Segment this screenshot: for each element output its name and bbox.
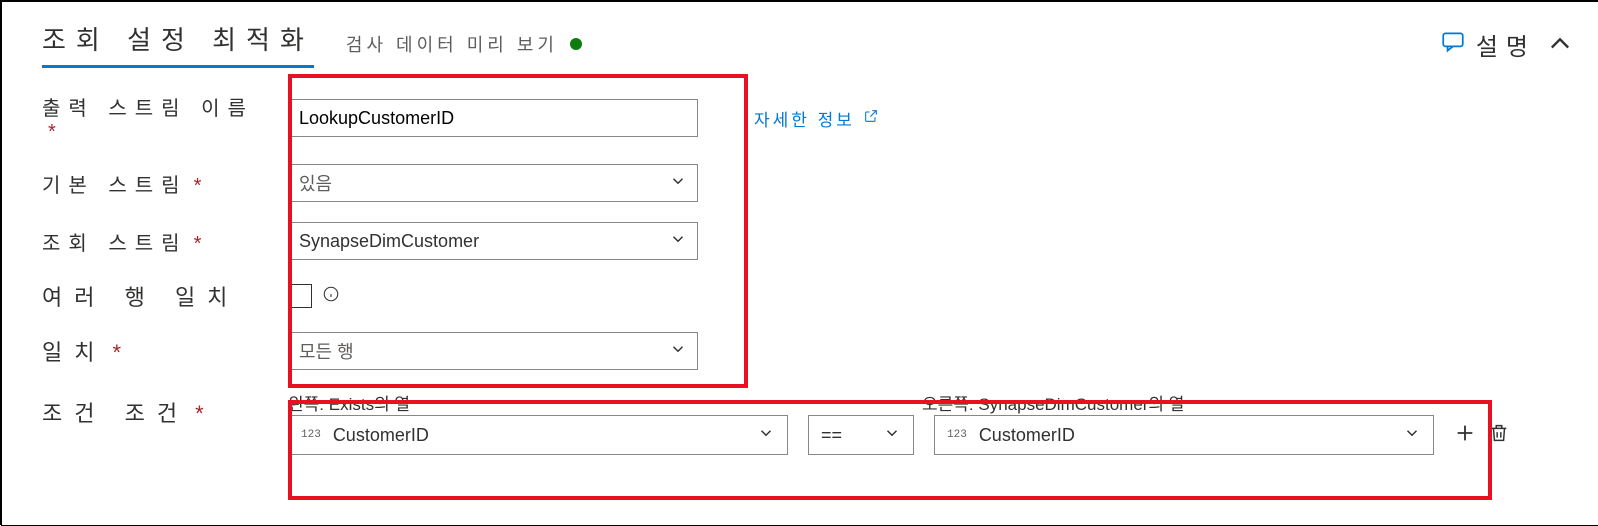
type-badge: 123	[947, 429, 967, 441]
condition-right-value: CustomerID	[979, 425, 1075, 446]
comment-icon[interactable]	[1440, 29, 1466, 60]
match-value: 모든 행	[299, 338, 354, 364]
label-conditions: 조건 조건*	[42, 390, 272, 428]
condition-left-header: 왼쪽: Exists의 열	[288, 390, 796, 415]
chevron-down-icon	[669, 230, 687, 253]
learn-more-label: 자세한 정보	[754, 106, 855, 131]
tab-data-preview[interactable]: 검사 데이터 미리 보기	[346, 31, 582, 57]
primary-stream-dropdown[interactable]: 있음	[288, 164, 698, 202]
lookup-stream-value: SynapseDimCustomer	[299, 231, 479, 252]
collapse-chevron-up-icon[interactable]	[1546, 30, 1574, 58]
external-link-icon	[863, 108, 879, 129]
add-condition-button[interactable]	[1454, 422, 1476, 449]
learn-more-link[interactable]: 자세한 정보	[754, 106, 879, 131]
condition-left-value: CustomerID	[333, 425, 429, 446]
status-dot	[570, 38, 582, 50]
condition-right-header: 오른쪽: SynapseDimCustomer의 열	[922, 390, 1184, 415]
output-stream-name-input[interactable]	[288, 99, 698, 137]
label-match: 일치*	[42, 335, 272, 367]
tab-data-preview-label: 검사 데이터 미리 보기	[346, 31, 558, 57]
match-on-dropdown[interactable]: 모든 행	[288, 332, 698, 370]
lookup-stream-dropdown[interactable]: SynapseDimCustomer	[288, 222, 698, 260]
chevron-down-icon	[669, 172, 687, 195]
tab-lookup-settings[interactable]: 조회 설정 최적화	[42, 20, 314, 68]
chevron-down-icon	[1403, 424, 1421, 447]
info-icon[interactable]	[322, 285, 340, 308]
type-badge: 123	[301, 429, 321, 441]
label-output-stream: 출력 스트림 이름*	[42, 92, 272, 144]
label-primary-stream: 기본 스트림*	[42, 169, 272, 198]
delete-condition-button[interactable]	[1488, 422, 1510, 449]
condition-operator-dropdown[interactable]: ==	[808, 415, 914, 455]
label-lookup-stream: 조회 스트림*	[42, 227, 272, 256]
chevron-down-icon	[883, 424, 901, 447]
chevron-down-icon	[757, 424, 775, 447]
primary-stream-value: 있음	[299, 170, 332, 196]
chevron-down-icon	[669, 340, 687, 363]
condition-right-column-dropdown[interactable]: 123 CustomerID	[934, 415, 1434, 455]
comment-label[interactable]: 설명	[1476, 27, 1536, 62]
label-multi-row-match: 여러 행 일치	[42, 280, 272, 312]
multi-row-match-checkbox[interactable]	[288, 284, 312, 308]
condition-left-column-dropdown[interactable]: 123 CustomerID	[288, 415, 788, 455]
condition-operator-value: ==	[821, 425, 842, 446]
